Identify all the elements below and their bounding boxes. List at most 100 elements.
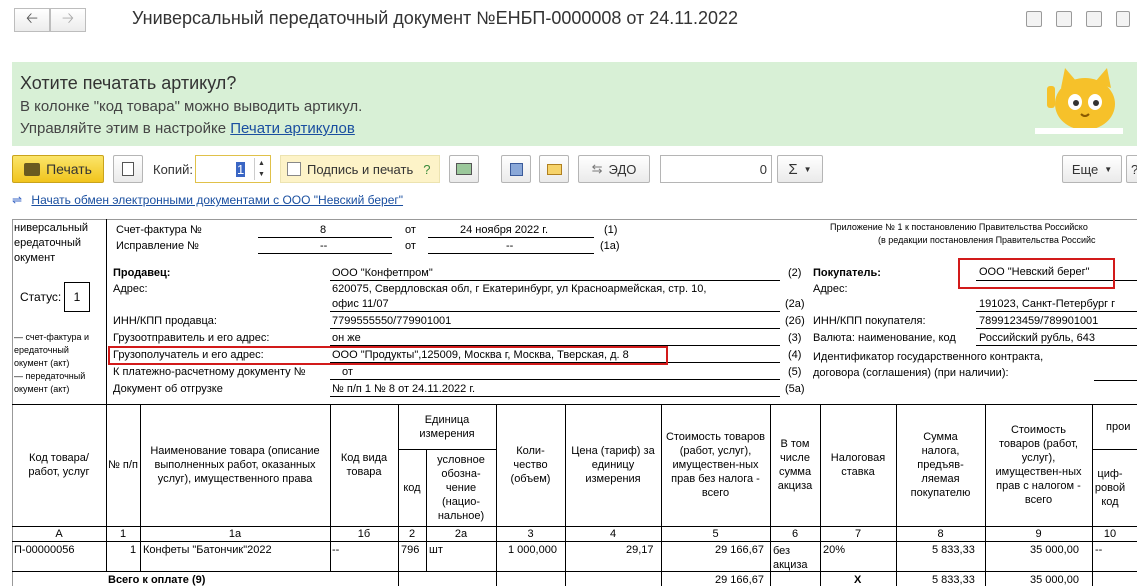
sigma-icon: Σ xyxy=(788,160,798,178)
status-label: Статус: xyxy=(20,290,62,304)
total-cost-no-tax: 29 166,67 xyxy=(715,574,764,586)
save-icon[interactable] xyxy=(1026,11,1042,27)
inn-label: ИНН/КПП продавца: xyxy=(113,315,217,327)
total-excise: Х xyxy=(854,574,862,586)
col-number: 2а xyxy=(454,527,468,540)
row-price: 29,17 xyxy=(626,544,654,556)
col-number: 3 xyxy=(527,527,534,540)
col-number: 9 xyxy=(1035,527,1042,540)
doc-type-line: ередаточный xyxy=(14,237,82,249)
header-bar: 🡠 🡢 Универсальный передаточный документ … xyxy=(0,0,1137,60)
sign-checkbox[interactable] xyxy=(287,162,301,176)
row-code: П-00000056 xyxy=(14,544,75,556)
seller-label: Продавец: xyxy=(113,267,171,279)
row-excise: без акциза xyxy=(773,545,808,571)
appendix-line2: (в редакции постановления Правительства … xyxy=(878,235,1096,245)
consignee-highlight xyxy=(108,346,668,365)
row-cost-tax: 35 000,00 xyxy=(1030,544,1079,556)
col-number: 5 xyxy=(712,527,719,540)
shipment-label: Документ об отгрузке xyxy=(113,383,223,395)
print-icon[interactable] xyxy=(1056,11,1072,27)
sign-and-stamp-option[interactable]: Подпись и печать ? xyxy=(280,155,440,183)
invoice-from: от xyxy=(405,224,416,236)
status-value: 1 xyxy=(64,282,90,312)
appendix-line1: Приложение № 1 к постановлению Правитель… xyxy=(830,222,1088,232)
chevron-down-icon: ▼ xyxy=(1104,164,1113,174)
more-button[interactable]: Еще ▼ xyxy=(1062,155,1122,183)
status-note: ередаточный xyxy=(14,345,69,355)
status-notes: — счет-фактура и ередаточный окумент (ак… xyxy=(14,331,89,396)
row-unit-code: 796 xyxy=(401,544,420,556)
payment-label: К платежно-расчетному документу № xyxy=(113,366,306,378)
sign-help-icon[interactable]: ? xyxy=(423,162,430,177)
status-note: — передаточный xyxy=(14,371,86,381)
start-edo-exchange-link[interactable]: Начать обмен электронными документами с … xyxy=(31,193,403,207)
row-num: 1 xyxy=(130,544,137,556)
buyer-address-label: Адрес: xyxy=(813,283,848,295)
correction-date: -- xyxy=(506,240,514,252)
preview-icon xyxy=(122,162,134,176)
col-header-price: Цена (тариф) за единицу измерения xyxy=(571,445,655,485)
doc-type-title: ниверсальный ередаточный окумент xyxy=(14,221,88,266)
col-header-kind: Код вида товара xyxy=(340,452,388,478)
col-header-unit-name: условное обозна-чение (нацио-нальное) xyxy=(437,453,485,522)
status-note: окумент (акт) xyxy=(14,384,70,394)
print-button[interactable]: Печать xyxy=(12,155,104,183)
col-header-excise: В том числе сумма акциза xyxy=(777,438,813,492)
total-tax: 5 833,33 xyxy=(932,574,975,586)
copies-stepper[interactable]: ▲ ▼ xyxy=(254,158,268,180)
address-label: Адрес: xyxy=(113,283,148,295)
edo-button[interactable]: ⇆ ЭДО xyxy=(578,155,650,183)
signature-settings-button[interactable] xyxy=(449,155,479,183)
amount-field[interactable]: 0 xyxy=(660,155,772,183)
more-label: Еще xyxy=(1071,161,1099,177)
more-icon[interactable] xyxy=(1116,11,1130,27)
sum-button[interactable]: Σ ▼ xyxy=(777,155,823,183)
inn-value: 7799555550/779901001 xyxy=(332,315,452,327)
shipment-code: (5а) xyxy=(785,383,805,395)
row-rate: 20% xyxy=(823,544,846,556)
col-number: 10 xyxy=(1103,527,1117,540)
preview-button[interactable] xyxy=(113,155,143,183)
search-icon[interactable] xyxy=(1086,11,1102,27)
col-number: 1 xyxy=(119,527,127,540)
buyer-address-value: 191023, Санкт-Петербург г xyxy=(979,298,1116,310)
row-name: Конфеты "Батончик"2022 xyxy=(143,544,272,556)
correction-label: Исправление № xyxy=(116,240,199,252)
amount-value: 0 xyxy=(759,161,767,177)
row-country: -- xyxy=(1095,544,1103,556)
invoice-number: 8 xyxy=(320,224,327,236)
save-file-button[interactable] xyxy=(501,155,531,183)
arrow-right-icon: 🡢 xyxy=(61,9,75,27)
print-label: Печать xyxy=(46,161,92,177)
banner-line2: Управляйте этим в настройке Печати артик… xyxy=(20,120,355,137)
col-header-cost-no-tax: Стоимость товаров (работ, услуг), имущес… xyxy=(665,431,766,499)
payment-value: от xyxy=(342,366,353,378)
col-header-rate: Налоговая ставка xyxy=(830,452,886,478)
correction-code: (1а) xyxy=(600,240,620,252)
buyer-label: Покупатель: xyxy=(813,267,881,279)
col-number: А xyxy=(55,527,63,540)
col-header-qty: Коли-чество (объем) xyxy=(510,445,551,485)
buyer-inn-value: 7899123459/789901001 xyxy=(979,315,1099,327)
shipper-value: он же xyxy=(332,332,361,344)
inn-code: (2б) xyxy=(785,315,805,327)
page-title: Универсальный передаточный документ №ЕНБ… xyxy=(132,8,739,28)
col-header-tax: Сумма налога, предъяв-ляемая покупателю xyxy=(910,431,971,499)
col-number: 6 xyxy=(791,527,799,540)
email-button[interactable] xyxy=(539,155,569,183)
edo-exchange-row: ⇌ Начать обмен электронными документами … xyxy=(12,193,403,207)
back-button[interactable]: 🡠 xyxy=(14,8,50,32)
row-tax: 5 833,33 xyxy=(932,544,975,556)
forward-button[interactable]: 🡢 xyxy=(50,8,86,32)
copies-label: Копий: xyxy=(153,162,193,177)
doc-type-line: ниверсальный xyxy=(14,222,89,234)
help-button[interactable]: ? xyxy=(1126,155,1137,183)
article-hint-banner: Хотите печатать артикул? В колонке "код … xyxy=(12,62,1137,146)
col-header-country: прои xyxy=(1106,420,1131,433)
copies-field[interactable]: 1 ▲ ▼ xyxy=(195,155,271,183)
col-number: 2 xyxy=(408,527,416,540)
exchange-icon: ⇌ xyxy=(12,193,23,207)
sign-label: Подпись и печать xyxy=(307,161,414,177)
article-settings-link[interactable]: Печати артикулов xyxy=(230,120,355,137)
